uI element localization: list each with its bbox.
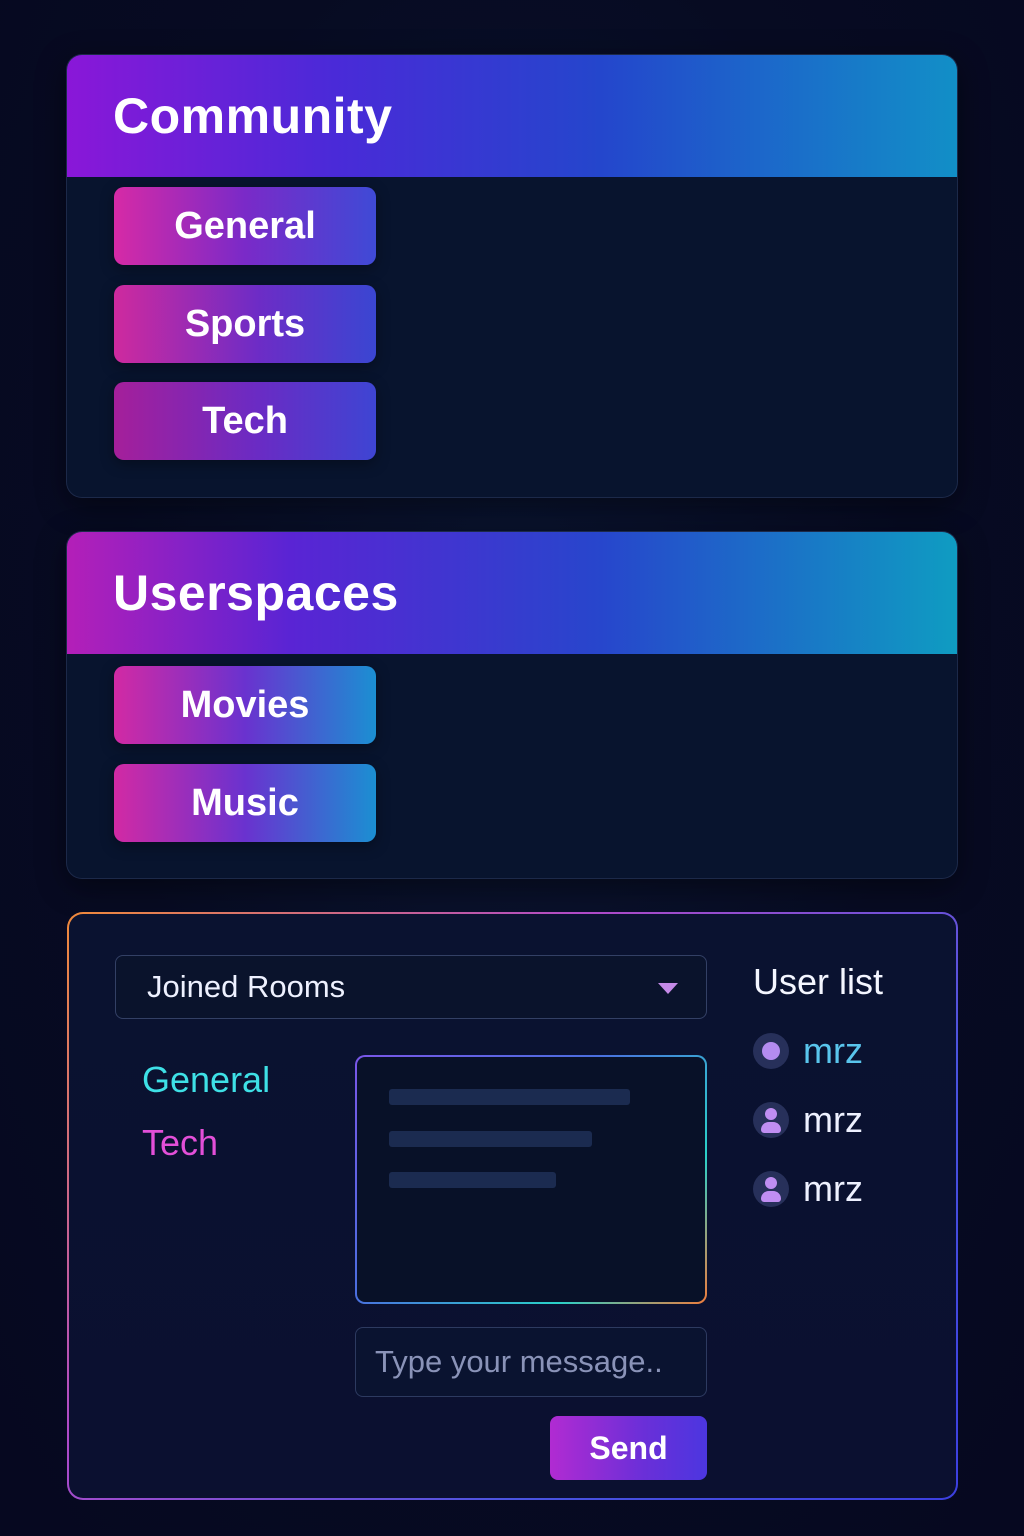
user-icon (753, 1171, 789, 1207)
user-name: mrz (803, 1099, 863, 1140)
message-area (355, 1055, 707, 1304)
joined-room-general[interactable]: General (142, 1059, 270, 1101)
user-list-item[interactable]: mrz (753, 1099, 863, 1140)
message-placeholder-line (389, 1131, 592, 1147)
user-icon (753, 1102, 789, 1138)
userspaces-panel: Userspaces Movies Music (66, 531, 958, 879)
user-name: mrz (803, 1168, 863, 1209)
userspaces-title: Userspaces (67, 532, 957, 654)
chat-panel: Joined Rooms General Tech Send User list… (67, 912, 958, 1500)
chevron-down-icon (658, 983, 678, 994)
community-title: Community (67, 55, 957, 177)
user-list-item[interactable]: mrz (753, 1030, 863, 1071)
send-button[interactable]: Send (550, 1416, 707, 1480)
chat-panel-body: Joined Rooms General Tech Send User list… (69, 914, 956, 1498)
community-panel: Community General Sports Tech (66, 54, 958, 498)
room-button-sports[interactable]: Sports (114, 285, 376, 363)
room-button-tech[interactable]: Tech (114, 382, 376, 460)
status-dot-icon (753, 1033, 789, 1069)
room-button-general[interactable]: General (114, 187, 376, 265)
page: Community General Sports Tech Userspaces… (0, 0, 1024, 1536)
user-list-title: User list (753, 961, 884, 1002)
message-placeholder-line (389, 1089, 630, 1105)
message-list (357, 1057, 705, 1302)
user-name: mrz (803, 1030, 863, 1071)
joined-rooms-dropdown-label: Joined Rooms (147, 969, 346, 1004)
message-placeholder-line (389, 1172, 556, 1188)
user-list-item[interactable]: mrz (753, 1168, 863, 1209)
room-button-music[interactable]: Music (114, 764, 376, 842)
message-input[interactable] (355, 1327, 707, 1397)
joined-room-tech[interactable]: Tech (142, 1122, 218, 1164)
joined-rooms-dropdown[interactable]: Joined Rooms (115, 955, 707, 1019)
room-button-movies[interactable]: Movies (114, 666, 376, 744)
